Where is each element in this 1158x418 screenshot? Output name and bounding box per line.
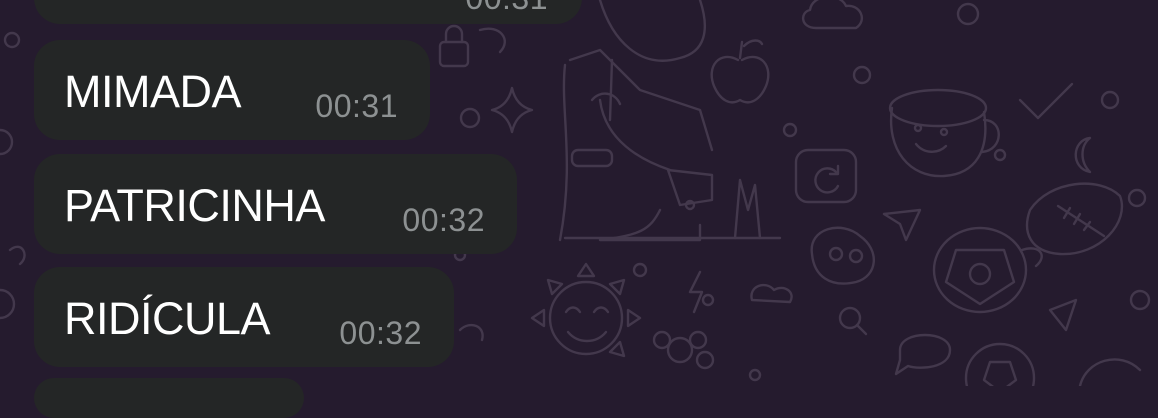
doodle-arc bbox=[8, 245, 26, 266]
doodle-circle bbox=[956, 2, 980, 26]
chat-bubble-doodle bbox=[894, 333, 952, 376]
doodle-circle bbox=[1127, 188, 1147, 208]
message-timestamp: 00:32 bbox=[402, 202, 485, 238]
sun-face-doodle bbox=[530, 262, 642, 358]
doodle-arc bbox=[458, 323, 484, 342]
doodle-circle bbox=[993, 148, 1007, 162]
message-timestamp: 00:31 bbox=[315, 88, 398, 124]
doodle-arc bbox=[0, 128, 14, 156]
doodle-circle bbox=[1100, 90, 1120, 110]
coffee-cup-doodle bbox=[888, 88, 1000, 178]
doodle-circle bbox=[782, 122, 798, 138]
doodle-circle bbox=[459, 107, 481, 129]
doodle-arc bbox=[0, 288, 16, 320]
message-bubble[interactable]: 00:31 bbox=[34, 0, 582, 24]
soccer-ball-doodle bbox=[964, 342, 1036, 386]
doodle-arc bbox=[478, 27, 506, 54]
padlock-doodle bbox=[438, 24, 470, 68]
doodle-leaf bbox=[1048, 298, 1078, 332]
refresh-doodle bbox=[794, 148, 858, 204]
doodle-circle bbox=[1129, 289, 1151, 311]
search-doodle bbox=[838, 306, 868, 336]
skater-doodle bbox=[558, 0, 782, 242]
message-timestamp: 00:32 bbox=[339, 315, 422, 351]
doodle-circle bbox=[701, 293, 715, 307]
doodle-circle bbox=[852, 65, 872, 85]
lightning-doodle bbox=[688, 270, 704, 314]
moon-doodle bbox=[1074, 136, 1092, 174]
football-doodle bbox=[1025, 182, 1123, 256]
doodle-circle bbox=[632, 262, 648, 278]
sparkle-doodle bbox=[490, 86, 534, 134]
message-text: MIMADA bbox=[64, 66, 242, 117]
apple-doodle bbox=[710, 39, 770, 104]
message-text: RIDÍCULA bbox=[64, 293, 271, 344]
blob-face-doodle bbox=[810, 226, 876, 285]
check-doodle bbox=[1018, 82, 1074, 120]
turtle-doodle bbox=[932, 226, 1043, 314]
message-bubble[interactable]: PATRICINHA 00:32 bbox=[34, 154, 517, 254]
message-bubble[interactable]: RIDÍCULA 00:32 bbox=[34, 267, 454, 367]
message-bubble[interactable] bbox=[34, 378, 304, 418]
doodle-circle bbox=[3, 31, 21, 49]
doodle-circle bbox=[748, 368, 762, 382]
message-timestamp: 00:31 bbox=[465, 0, 548, 17]
doodle-circle bbox=[695, 350, 715, 370]
send-doodle bbox=[882, 208, 922, 242]
message-bubble[interactable]: MIMADA 00:31 bbox=[34, 40, 430, 140]
doodle-arc bbox=[1078, 358, 1142, 386]
message-text: PATRICINHA bbox=[64, 180, 325, 231]
cloud-doodle bbox=[802, 0, 863, 30]
cloud-doodle bbox=[750, 283, 793, 304]
